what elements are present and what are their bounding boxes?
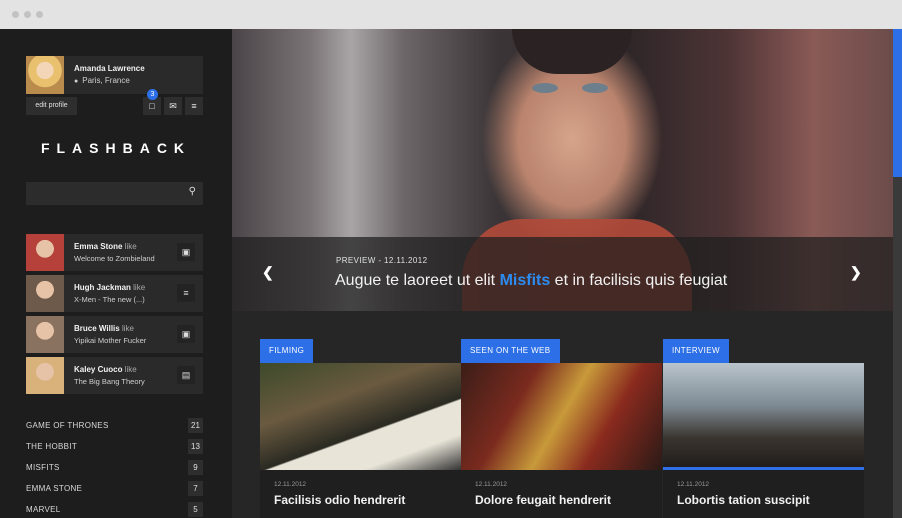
next-arrow-icon[interactable]: ❯ (850, 264, 862, 281)
card-date: 12.11.2012 (475, 481, 508, 488)
tag-count: 7 (188, 481, 203, 496)
card-image[interactable] (260, 363, 461, 470)
tag-item[interactable]: MISFITS 9 (26, 460, 203, 476)
card-title[interactable]: Facilisis odio hendrerit (274, 493, 405, 507)
news-card[interactable]: INTERVIEW 12.11.2012 Lobortis tation susci… (663, 339, 864, 518)
tag-name[interactable]: MARVEL (26, 505, 61, 514)
activity-name[interactable]: Hugh Jackman (74, 283, 131, 292)
avatar (26, 56, 64, 94)
hero-hair (512, 29, 632, 74)
window-dot-icon[interactable] (36, 11, 43, 18)
activity-avatar (26, 357, 64, 394)
card-date: 12.11.2012 (677, 481, 710, 488)
card-category[interactable]: INTERVIEW (663, 339, 729, 363)
profile-card[interactable]: Amanda Lawrence ● Paris, France (26, 56, 203, 94)
news-card[interactable]: SEEN ON THE WEB 12.11.2012 Dolore feugait … (461, 339, 662, 518)
activity-who: Hugh Jackman like (74, 283, 145, 292)
search-icon[interactable]: ⚲ (189, 186, 196, 197)
notification-badge: 3 (147, 89, 158, 100)
tag-name[interactable]: THE HOBBIT (26, 442, 77, 451)
tag-item[interactable]: EMMA STONE 7 (26, 481, 203, 497)
activity-avatar (26, 275, 64, 312)
card-body: 12.11.2012 Facilisis odio hendrerit (260, 470, 461, 518)
tag-name[interactable]: GAME OF THRONES (26, 421, 109, 430)
hero-title-part: et in facilisis quis feugiat (550, 272, 728, 289)
activity-name[interactable]: Emma Stone (74, 242, 122, 251)
sidebar: Amanda Lawrence ● Paris, France edit prof… (0, 29, 232, 518)
profile-location-text: Paris, France (82, 76, 130, 85)
mail-icon[interactable]: ✉ (164, 97, 182, 115)
tag-count: 5 (188, 502, 203, 517)
activity-item[interactable]: Kaley Cuoco like The Big Bang Theory ▤ (26, 357, 203, 394)
hero-meta: PREVIEW - 12.11.2012 (336, 256, 428, 265)
tag-count: 13 (188, 439, 203, 454)
activity-verb: like (121, 324, 134, 333)
activity-verb: like (124, 365, 137, 374)
card-title[interactable]: Dolore feugait hendrerit (475, 493, 611, 507)
scrollbar-thumb[interactable] (893, 29, 902, 177)
activity-name[interactable]: Bruce Willis (74, 324, 120, 333)
prev-arrow-icon[interactable]: ❮ (262, 264, 274, 281)
activity-avatar (26, 234, 64, 271)
activity-avatar (26, 316, 64, 353)
hero-title-part: Augue te laoreet ut elit (335, 272, 500, 289)
tag-count: 9 (188, 460, 203, 475)
card-image[interactable] (461, 363, 662, 470)
card-image[interactable] (663, 363, 864, 470)
location-pin-icon: ● (74, 78, 79, 85)
film-icon[interactable]: ▣ (177, 325, 195, 343)
hero-title-highlight[interactable]: Misfits (500, 272, 551, 289)
tag-item[interactable]: MARVEL 5 (26, 502, 203, 518)
hero-caption: ❮ PREVIEW - 12.11.2012 Augue te laoreet … (232, 237, 893, 311)
film-icon[interactable]: ▣ (177, 243, 195, 261)
activity-title[interactable]: X-Men - The new (...) (74, 295, 145, 304)
activity-name[interactable]: Kaley Cuoco (74, 365, 122, 374)
tag-item[interactable]: GAME OF THRONES 21 (26, 418, 203, 434)
hero-title[interactable]: Augue te laoreet ut elit Misfits et in f… (335, 272, 727, 290)
activity-who: Bruce Willis like (74, 324, 134, 333)
hero-eye (532, 83, 558, 93)
activity-who: Kaley Cuoco like (74, 365, 137, 374)
activity-item[interactable]: Hugh Jackman like X-Men - The new (...) ≡ (26, 275, 203, 312)
tag-item[interactable]: THE HOBBIT 13 (26, 439, 203, 455)
profile-name: Amanda Lawrence (74, 64, 145, 73)
hero-eye (582, 83, 608, 93)
news-card[interactable]: FILMING 12.11.2012 Facilisis odio hendreri… (260, 339, 461, 518)
window-chrome (0, 0, 902, 29)
menu-icon[interactable]: ≡ (185, 97, 203, 115)
search-input[interactable]: ⚲ (26, 182, 203, 205)
card-category[interactable]: FILMING (260, 339, 314, 363)
activity-item[interactable]: Emma Stone like Welcome to Zombieland ▣ (26, 234, 203, 271)
activity-title[interactable]: Welcome to Zombieland (74, 254, 155, 263)
activity-title[interactable]: Yipikai Mother Fucker (74, 336, 146, 345)
card-body: 12.11.2012 Dolore feugait hendrerit (461, 470, 662, 518)
card-title[interactable]: Lobortis tation suscipit (677, 493, 810, 507)
document-icon[interactable]: ≡ (177, 284, 195, 302)
activity-verb: like (124, 242, 137, 251)
card-category[interactable]: SEEN ON THE WEB (461, 339, 560, 363)
activity-item[interactable]: Bruce Willis like Yipikai Mother Fucker ▣ (26, 316, 203, 353)
clapper-icon[interactable]: ▤ (177, 366, 195, 384)
main-content: ❮ PREVIEW - 12.11.2012 Augue te laoreet … (232, 29, 902, 518)
card-body: 12.11.2012 Lobortis tation suscipit (663, 470, 864, 518)
site-logo[interactable]: FLASHBACK (0, 140, 232, 156)
window-dot-icon[interactable] (24, 11, 31, 18)
tag-name[interactable]: EMMA STONE (26, 484, 82, 493)
hero-image[interactable]: ❮ PREVIEW - 12.11.2012 Augue te laoreet … (232, 29, 893, 311)
edit-profile-button[interactable]: edit profile (26, 97, 77, 115)
tag-count: 21 (188, 418, 203, 433)
tag-name[interactable]: MISFITS (26, 463, 60, 472)
profile-location: ● Paris, France (74, 76, 130, 85)
card-date: 12.11.2012 (274, 481, 307, 488)
activity-title[interactable]: The Big Bang Theory (74, 377, 145, 386)
scrollbar[interactable] (893, 29, 902, 518)
activity-verb: like (133, 283, 146, 292)
window-dot-icon[interactable] (12, 11, 19, 18)
activity-who: Emma Stone like (74, 242, 137, 251)
